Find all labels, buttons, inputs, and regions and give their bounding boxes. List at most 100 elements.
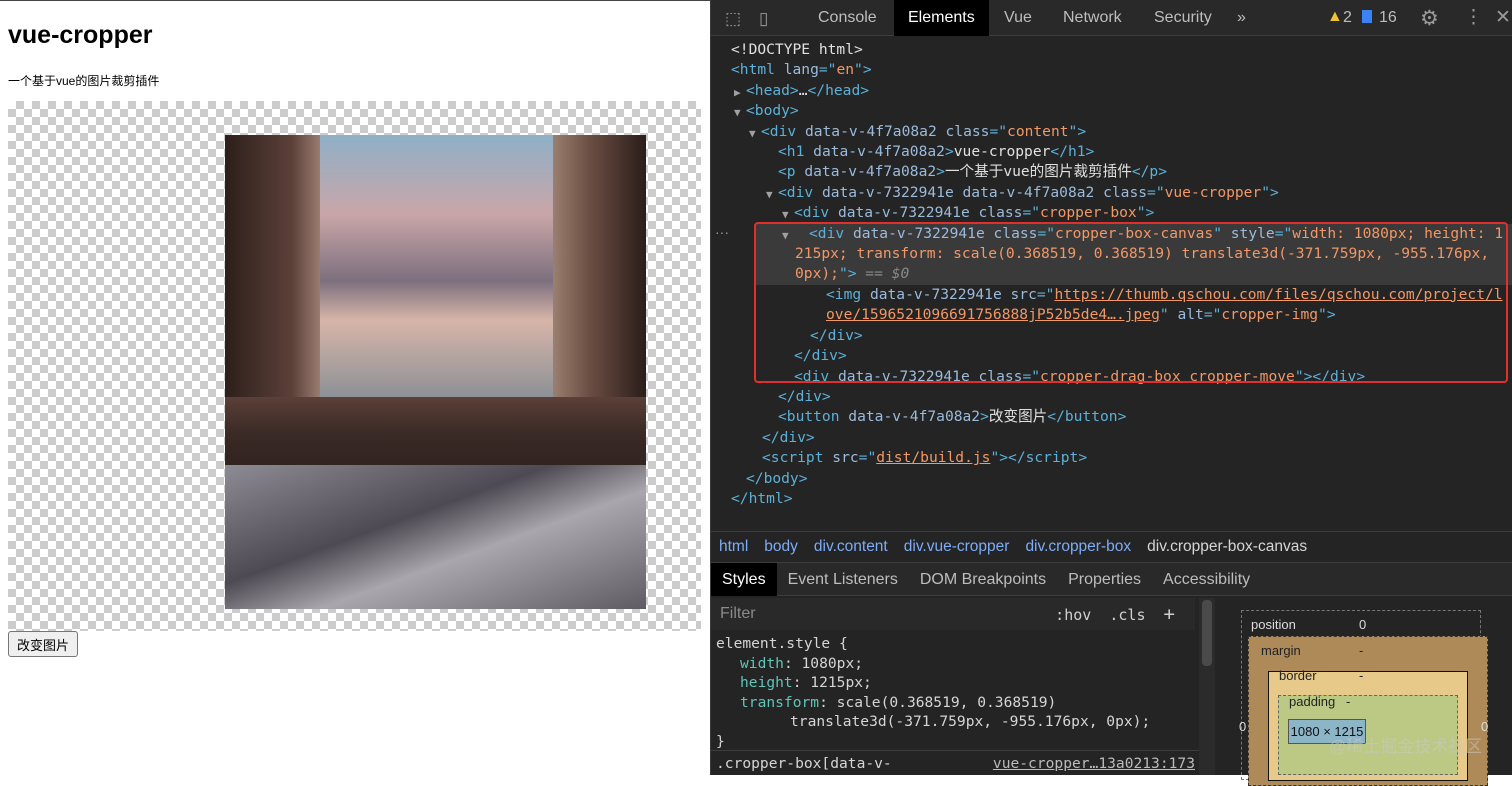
breadcrumb-vue-cropper[interactable]: div.vue-cropper xyxy=(904,538,1010,555)
dom-token: </div> xyxy=(794,347,847,365)
change-image-button[interactable]: 改变图片 xyxy=(8,631,79,657)
collapse-arrow-icon[interactable]: ▼ xyxy=(782,205,789,225)
dom-token: data-v-7322941e class xyxy=(837,204,1023,222)
dom-node[interactable]: ▶ <head>…</head> xyxy=(711,81,1512,101)
prop-value[interactable]: 1215px; xyxy=(810,674,872,691)
more-tabs-button[interactable]: » xyxy=(1223,0,1260,36)
node-actions-icon[interactable]: ··· xyxy=(715,224,729,240)
dom-node[interactable]: <button data-v-4f7a08a2>改变图片</button> xyxy=(711,407,1512,427)
tab-elements[interactable]: Elements xyxy=(894,0,989,36)
breadcrumb-body[interactable]: body xyxy=(764,538,798,555)
tab-styles[interactable]: Styles xyxy=(711,563,777,596)
tab-event-listeners[interactable]: Event Listeners xyxy=(777,563,909,596)
collapse-arrow-icon[interactable]: ▼ xyxy=(734,103,741,123)
dom-node[interactable]: </div> xyxy=(711,326,1512,346)
dom-node[interactable]: </div> xyxy=(711,387,1512,407)
new-rule-button[interactable]: + xyxy=(1164,603,1175,625)
styles-scrollbar[interactable] xyxy=(1199,598,1215,775)
dom-node[interactable]: ▼ <div data-v-4f7a08a2 class="content"> xyxy=(711,122,1512,142)
hov-toggle[interactable]: :hov xyxy=(1055,606,1091,624)
dom-token: </h1> xyxy=(1050,143,1095,161)
dom-node[interactable]: <!DOCTYPE html> xyxy=(711,40,1512,60)
dom-token: "> xyxy=(1136,204,1155,222)
dom-token: data-v-4f7a08a2 class xyxy=(804,122,990,140)
tab-network[interactable]: Network xyxy=(1049,0,1136,36)
tab-console[interactable]: Console xyxy=(804,0,891,36)
cropper-image[interactable] xyxy=(225,135,646,609)
dom-token: <div xyxy=(761,122,805,140)
cropper-area[interactable] xyxy=(8,101,701,631)
style-prop-height[interactable]: height: 1215px; xyxy=(716,673,1201,693)
more-options-icon[interactable]: ⋮ xyxy=(1464,6,1483,29)
breadcrumb-cropper-box-canvas[interactable]: div.cropper-box-canvas xyxy=(1147,538,1307,555)
dom-token: =" xyxy=(1022,367,1041,385)
dom-node[interactable]: </html> xyxy=(711,489,1512,509)
border-value[interactable]: - xyxy=(1359,668,1363,683)
cls-toggle[interactable]: .cls xyxy=(1109,606,1145,624)
dom-tree[interactable]: <!DOCTYPE html> <html lang="en"> ▶ <head>…<… xyxy=(711,40,1512,530)
settings-gear-icon[interactable]: ⚙ xyxy=(1420,6,1439,31)
dom-node[interactable]: ▼ <div data-v-7322941e class="cropper-box… xyxy=(711,203,1512,223)
breadcrumb-content[interactable]: div.content xyxy=(814,538,888,555)
dom-node[interactable]: ▼ <div data-v-7322941e data-v-4f7a08a2 cl… xyxy=(711,183,1512,203)
dom-token: > xyxy=(936,163,945,181)
tab-properties[interactable]: Properties xyxy=(1057,563,1152,596)
message-icon xyxy=(1362,10,1372,23)
style-prop-transform[interactable]: transform: scale(0.368519, 0.368519) xyxy=(716,693,1201,713)
close-icon[interactable]: ✕ xyxy=(1495,6,1511,29)
dom-token: "> xyxy=(854,61,872,79)
margin-label: margin xyxy=(1261,643,1301,658)
dom-token: cropper-drag-box cropper-move xyxy=(1040,367,1295,385)
dom-node[interactable]: <img data-v-7322941e src="https://thumb.… xyxy=(711,285,1512,326)
position-left-value[interactable]: 0 xyxy=(1239,719,1246,734)
breadcrumb-cropper-box[interactable]: div.cropper-box xyxy=(1025,538,1131,555)
breadcrumb-html[interactable]: html xyxy=(719,538,748,555)
dom-token: alt xyxy=(1177,306,1204,324)
dom-node[interactable]: <script src="dist/build.js"></script> xyxy=(711,448,1512,468)
expand-arrow-icon[interactable]: ▶ xyxy=(734,83,741,103)
dom-node[interactable]: ▼ <body> xyxy=(711,101,1512,121)
filter-placeholder: Filter xyxy=(720,605,756,622)
inspect-element-icon[interactable]: ⬚ xyxy=(725,9,741,29)
rule-source-link[interactable]: vue-cropper…13a0213:173 xyxy=(993,755,1195,772)
dom-token: </div> xyxy=(810,326,863,344)
page-subtitle: 一个基于vue的图片裁剪插件 xyxy=(8,74,160,88)
device-toolbar-icon[interactable]: ▯ xyxy=(759,9,768,29)
tab-dom-breakpoints[interactable]: DOM Breakpoints xyxy=(909,563,1057,596)
collapse-arrow-icon[interactable]: ▼ xyxy=(768,226,789,246)
dom-node[interactable]: </div> xyxy=(711,346,1512,366)
dom-token: <div xyxy=(778,183,822,201)
style-prop-width[interactable]: width: 1080px; xyxy=(716,654,1201,674)
collapse-arrow-icon[interactable]: ▼ xyxy=(766,185,773,205)
dom-token: <html xyxy=(731,61,784,79)
dom-node[interactable]: <html lang="en"> xyxy=(711,60,1512,80)
dom-token: data-v-7322941e class xyxy=(852,224,1038,242)
dom-node-selected[interactable]: ▼ <div data-v-7322941e class="cropper-box… xyxy=(754,223,1512,285)
dom-token: "></div> xyxy=(1294,367,1366,385)
dom-token[interactable]: dist/build.js xyxy=(876,449,990,466)
prop-name: transform xyxy=(740,693,820,711)
dom-token: data-v-7322941e src xyxy=(869,285,1037,303)
tab-security[interactable]: Security xyxy=(1140,0,1226,36)
padding-value[interactable]: - xyxy=(1346,694,1350,709)
prop-value[interactable]: 1080px; xyxy=(802,655,864,672)
dom-node[interactable]: </body> xyxy=(711,469,1512,489)
dom-token: <img xyxy=(826,285,870,303)
rule-selector: element.style { xyxy=(716,635,848,652)
breadcrumb: html body div.content div.vue-cropper div.cr… xyxy=(711,531,1512,560)
dom-token: <body> xyxy=(746,102,799,120)
position-value[interactable]: 0 xyxy=(1359,617,1366,632)
tab-vue[interactable]: Vue xyxy=(990,0,1046,36)
prop-name: height xyxy=(740,674,793,691)
collapse-arrow-icon[interactable]: ▼ xyxy=(749,124,756,144)
prop-value[interactable]: scale(0.368519, 0.368519) xyxy=(837,694,1057,711)
styles-filter-input[interactable]: Filter :hov .cls + xyxy=(711,598,1195,630)
dom-node[interactable]: <div data-v-7322941e class="cropper-drag… xyxy=(711,367,1512,387)
dom-node[interactable]: </div> xyxy=(711,428,1512,448)
tab-accessibility[interactable]: Accessibility xyxy=(1152,563,1261,596)
dom-node[interactable]: <p data-v-4f7a08a2>一个基于vue的图片裁剪插件</p> xyxy=(711,162,1512,182)
dom-node[interactable]: <h1 data-v-4f7a08a2>vue-cropper</h1> xyxy=(711,142,1512,162)
margin-value[interactable]: - xyxy=(1359,643,1363,658)
warning-count[interactable]: 2 xyxy=(1343,9,1352,27)
message-count[interactable]: 16 xyxy=(1379,9,1397,27)
